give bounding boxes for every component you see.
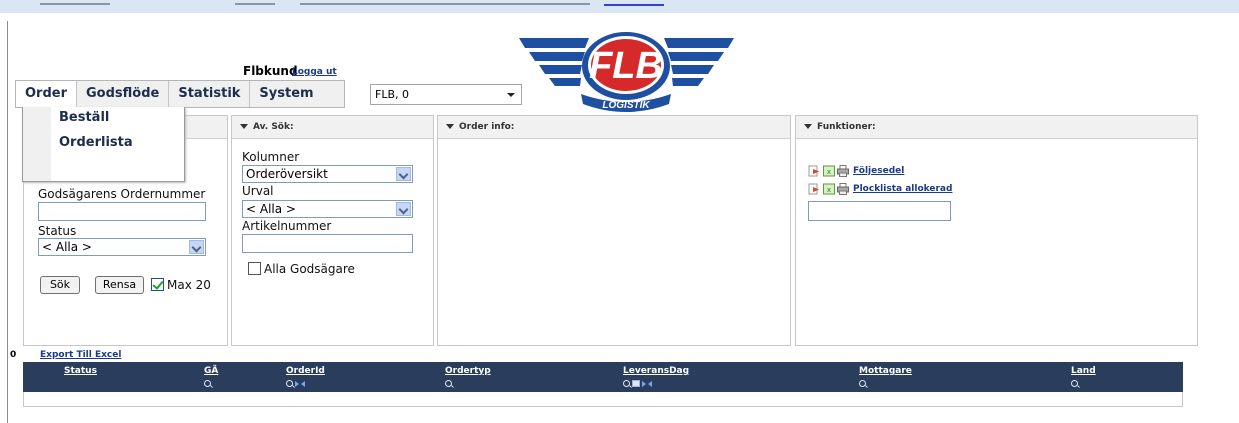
column-mottagare-tools xyxy=(859,380,866,388)
logo-text: FLB xyxy=(589,45,663,87)
user-name: Flbkund xyxy=(243,64,298,78)
printer-icon[interactable] xyxy=(837,165,849,177)
row-count: 0 xyxy=(10,350,17,360)
all-owners-label: Alla Godsägare xyxy=(264,262,355,276)
info-bar-text xyxy=(300,3,590,5)
info-bar-text xyxy=(235,3,275,5)
chevron-down-icon xyxy=(189,240,204,254)
advanced-search-panel: Av. Sök: Kolumner Orderöversikt Urval < … xyxy=(231,115,434,346)
column-orderid-tools xyxy=(286,380,305,388)
column-leveransdag-tools xyxy=(623,380,652,388)
grid-body xyxy=(23,392,1183,407)
search-icon[interactable] xyxy=(204,380,211,387)
arrow-icon[interactable] xyxy=(808,183,820,195)
search-icon[interactable] xyxy=(859,380,866,387)
menu-item-bestall[interactable]: Beställ xyxy=(59,110,109,125)
godsagare-ordernr-label: Godsägarens Ordernummer xyxy=(38,187,206,201)
column-ga-tools xyxy=(204,380,211,388)
order-dropdown-menu: Beställ Orderlista xyxy=(22,107,185,182)
chevron-down-icon xyxy=(396,202,411,216)
column-ordertyp[interactable]: Ordertyp xyxy=(445,366,491,376)
svg-text:x: x xyxy=(827,186,831,194)
column-status[interactable]: Status xyxy=(64,366,97,376)
advanced-search-title: Av. Sök: xyxy=(253,122,294,132)
main-menu: Order Godsflöde Statistik System xyxy=(15,80,345,108)
status-select[interactable]: < Alla > xyxy=(38,238,206,256)
columns-select-value: Orderöversikt xyxy=(246,167,328,181)
excel-icon[interactable]: x xyxy=(823,165,835,177)
company-select-value: FLB, 0 xyxy=(375,88,409,101)
column-land-tools xyxy=(1071,380,1078,388)
company-select[interactable]: FLB, 0 xyxy=(370,84,522,105)
max-20-checkbox[interactable] xyxy=(151,278,164,291)
status-select-value: < Alla > xyxy=(42,240,92,254)
column-ordertyp-tools xyxy=(445,380,452,388)
info-bar-text xyxy=(40,3,110,5)
svg-text:x: x xyxy=(827,168,831,176)
info-bar xyxy=(0,0,1239,13)
column-mottagare[interactable]: Mottagare xyxy=(859,366,912,376)
collapse-icon xyxy=(804,124,812,129)
sort-desc-icon[interactable] xyxy=(648,381,652,387)
clear-button[interactable]: Rensa xyxy=(95,276,144,294)
menu-godsflode[interactable]: Godsflöde xyxy=(77,81,170,107)
logo-subtext: LOGISTIK xyxy=(602,100,650,111)
menu-system[interactable]: System xyxy=(250,81,322,107)
order-info-header[interactable]: Order info: xyxy=(438,116,790,139)
column-orderid[interactable]: OrderId xyxy=(286,366,325,376)
collapse-icon xyxy=(446,124,454,129)
search-icon[interactable] xyxy=(286,380,293,387)
menu-statistik[interactable]: Statistik xyxy=(169,81,251,107)
order-info-panel: Order info: xyxy=(437,115,791,346)
grid-header: Status GÄ OrderId Ordertyp LeveransDag M… xyxy=(23,362,1183,392)
all-owners-checkbox[interactable] xyxy=(248,262,261,275)
columns-select[interactable]: Orderöversikt xyxy=(242,165,413,183)
chevron-down-icon xyxy=(507,93,515,97)
functions-header[interactable]: Funktioner: xyxy=(796,116,1197,139)
godsagare-ordernr-input[interactable] xyxy=(38,202,206,221)
export-excel-link[interactable]: Export Till Excel xyxy=(40,350,121,360)
search-button[interactable]: Sök xyxy=(40,276,80,294)
menu-item-orderlista[interactable]: Orderlista xyxy=(59,135,133,150)
column-ga[interactable]: GÄ xyxy=(204,366,218,376)
selection-select-value: < Alla > xyxy=(246,202,296,216)
collapse-icon xyxy=(240,124,248,129)
frame-border xyxy=(7,21,8,423)
selection-select[interactable]: < Alla > xyxy=(242,200,413,218)
dropdown-gutter xyxy=(23,107,51,181)
flb-logo: FLB LOGISTIK xyxy=(519,32,734,112)
article-number-input[interactable] xyxy=(242,234,413,253)
column-land[interactable]: Land xyxy=(1071,366,1096,376)
sort-asc-icon[interactable] xyxy=(642,381,646,387)
excel-icon[interactable]: x xyxy=(823,183,835,195)
chevron-down-icon xyxy=(396,167,411,181)
foljesedel-link[interactable]: Följesedel xyxy=(853,166,904,176)
order-info-title: Order info: xyxy=(459,122,515,132)
function-input[interactable] xyxy=(808,201,951,221)
info-bar-link[interactable] xyxy=(604,4,664,6)
menu-order[interactable]: Order xyxy=(16,81,77,107)
plocklista-link[interactable]: Plocklista allokerad xyxy=(853,184,952,194)
advanced-search-header[interactable]: Av. Sök: xyxy=(232,116,433,139)
article-number-label: Artikelnummer xyxy=(242,219,332,233)
selection-label: Urval xyxy=(242,184,274,198)
search-icon[interactable] xyxy=(1071,380,1078,387)
search-icon[interactable] xyxy=(623,380,630,387)
functions-panel: Funktioner: x Följesedel x Plocklista al… xyxy=(795,115,1198,346)
calendar-icon[interactable] xyxy=(632,380,640,387)
search-icon[interactable] xyxy=(445,380,452,387)
status-label: Status xyxy=(38,224,77,238)
logout-link[interactable]: Logga ut xyxy=(292,67,337,77)
columns-label: Kolumner xyxy=(242,150,300,164)
max-20-label: Max 20 xyxy=(167,278,211,292)
functions-title: Funktioner: xyxy=(817,122,876,132)
arrow-icon[interactable] xyxy=(808,165,820,177)
printer-icon[interactable] xyxy=(837,183,849,195)
column-leveransdag[interactable]: LeveransDag xyxy=(623,366,689,376)
sort-desc-icon[interactable] xyxy=(301,381,305,387)
sort-asc-icon[interactable] xyxy=(295,381,299,387)
